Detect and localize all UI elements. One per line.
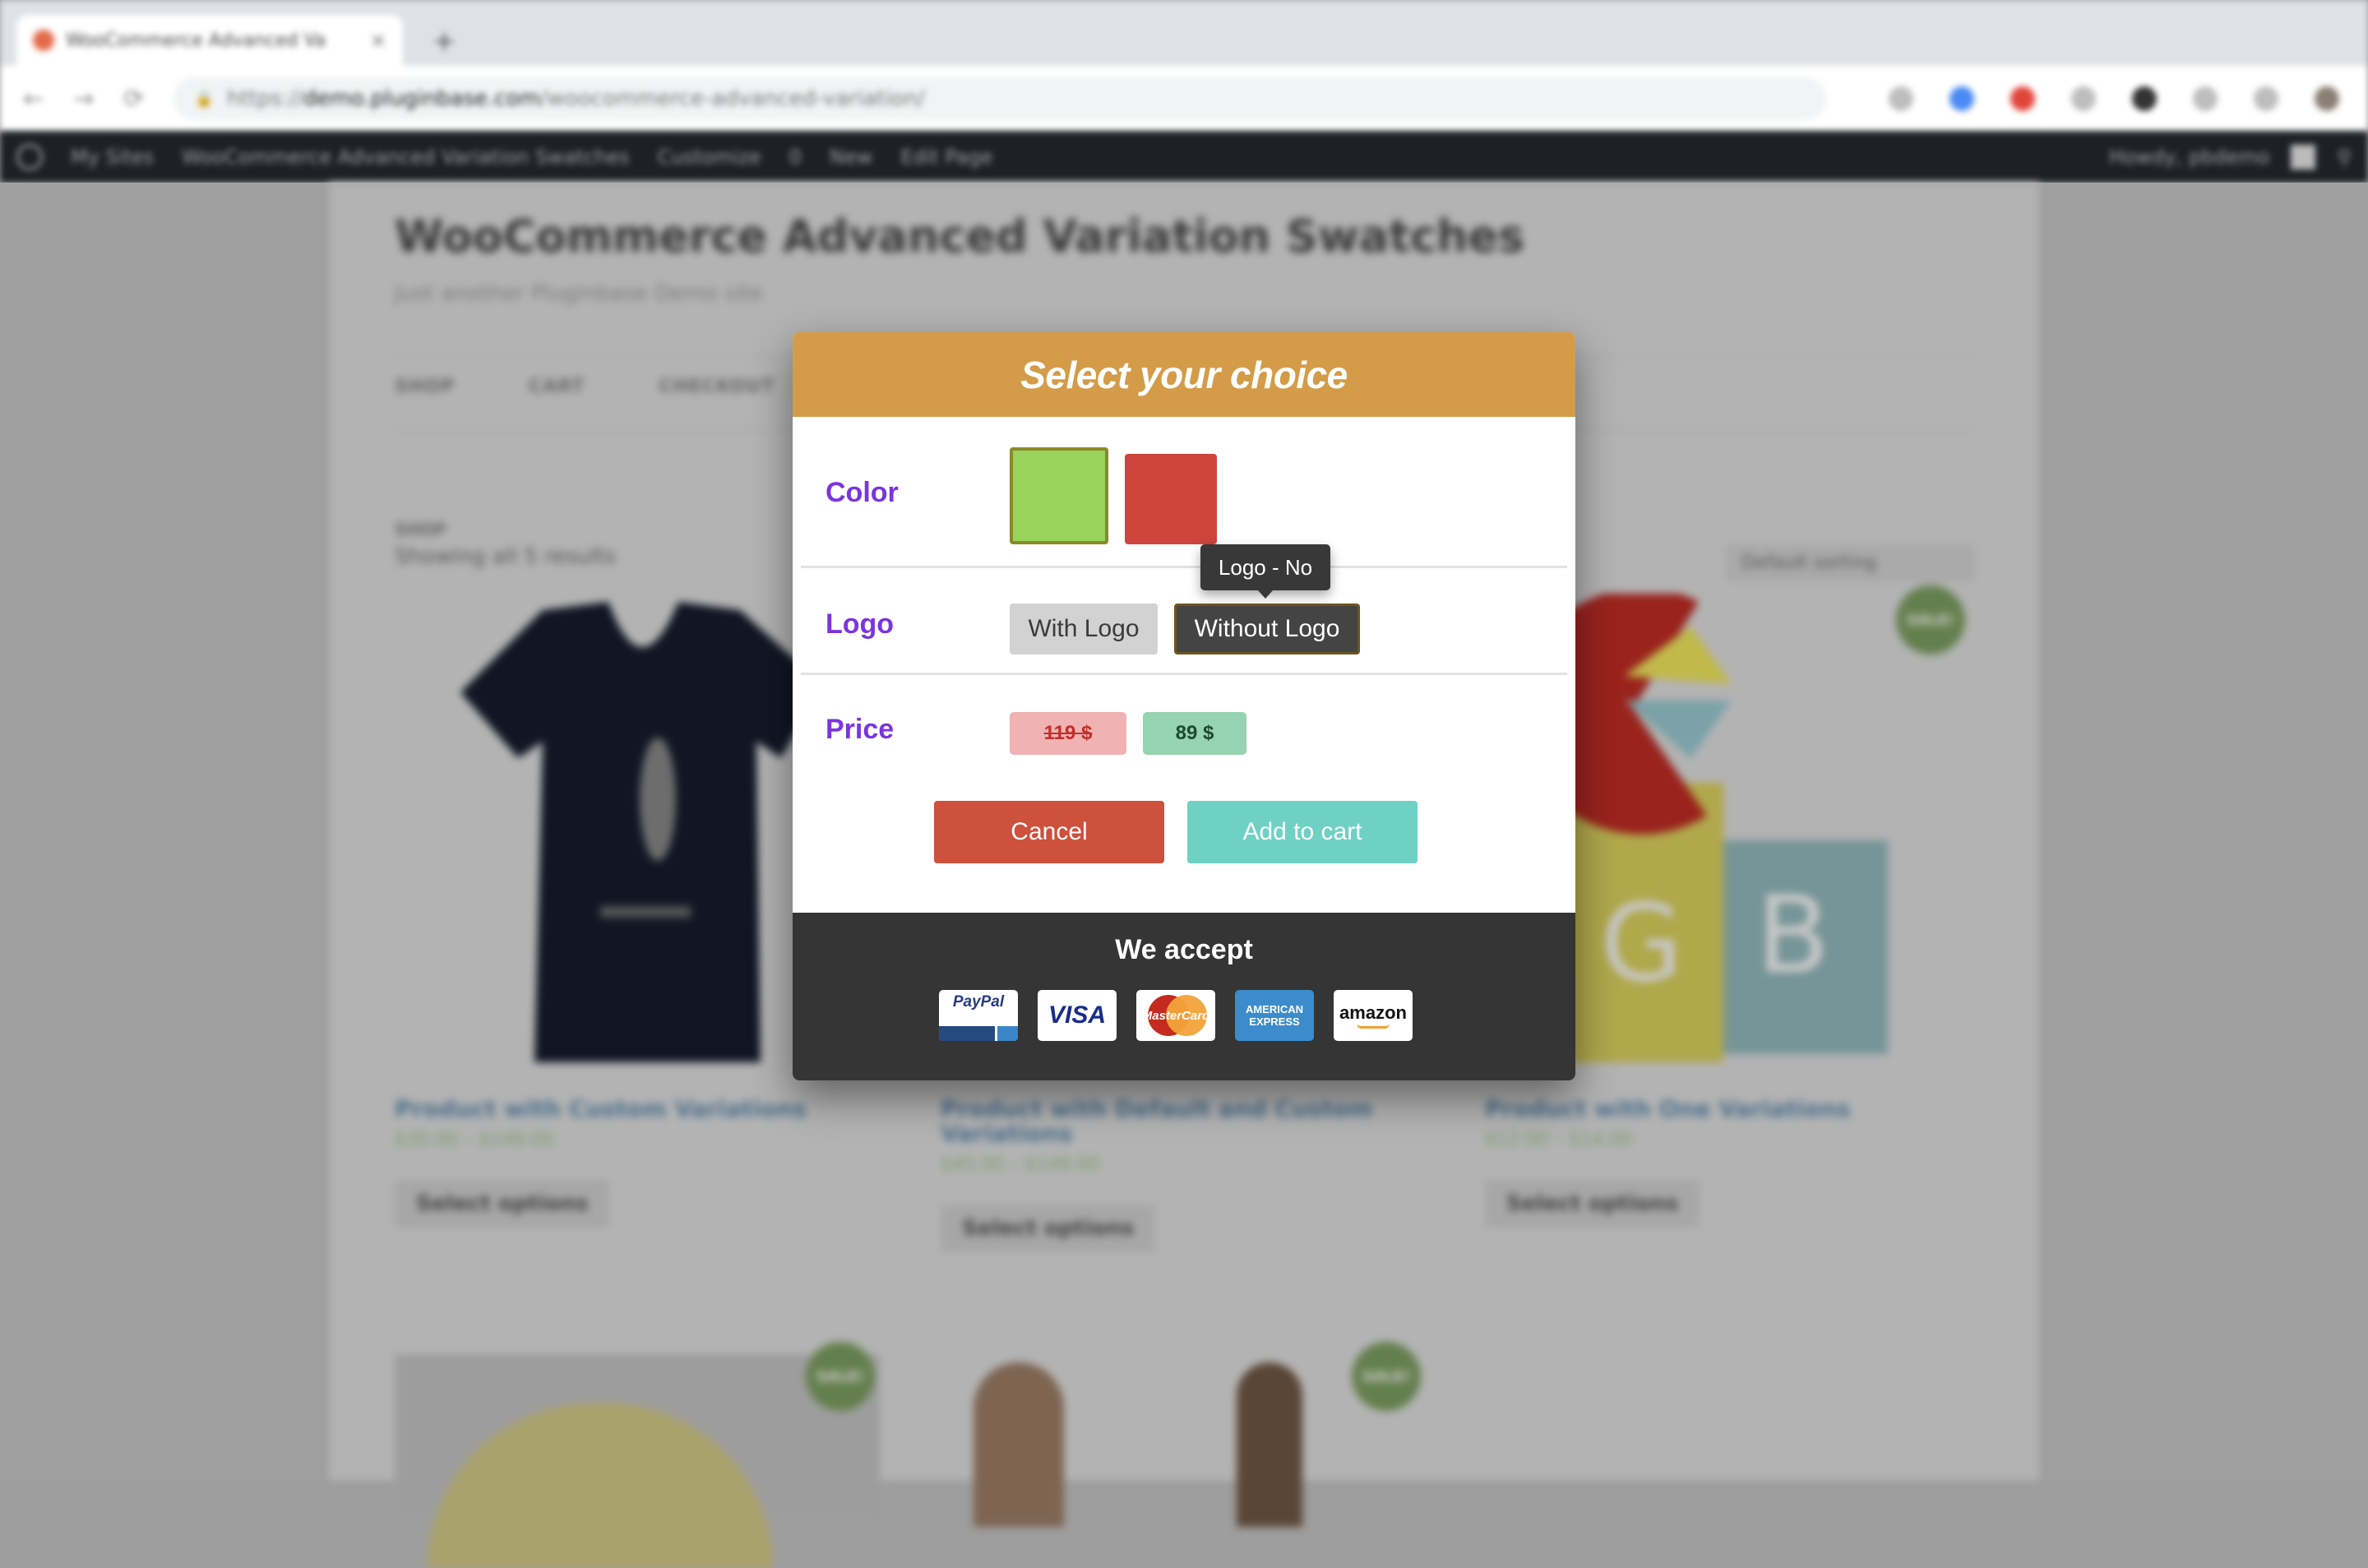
breadcrumb: SHOP [395, 520, 446, 539]
extension-icon[interactable] [2315, 86, 2340, 111]
address-bar[interactable]: 🔒 https://demo.pluginbase.com/woocommerc… [173, 77, 1827, 120]
admin-bar-comments[interactable]: 0 [789, 146, 802, 169]
site-nav: SHOP CART CHECKOUT [395, 377, 775, 397]
browser-toolbar: ← → ⟳ 🔒 https://demo.pluginbase.com/wooc… [0, 66, 2368, 132]
sorting-select[interactable]: Default sorting [1727, 546, 1973, 580]
select-options-button[interactable]: Select options [1485, 1180, 1700, 1228]
modal-footer: We accept PayPal VISA MasterCard AMERICA… [793, 913, 1575, 1080]
extension-icon[interactable] [2010, 86, 2036, 111]
cancel-button[interactable]: Cancel [934, 801, 1164, 863]
row-divider [801, 673, 1567, 675]
modal-header: Select your choice [793, 332, 1575, 417]
variation-modal: Select your choice Color Logo With Logo … [793, 332, 1575, 1080]
new-price-badge: 89 $ [1143, 712, 1246, 755]
extension-icon[interactable] [1949, 86, 1975, 111]
extension-icon[interactable] [2254, 86, 2279, 111]
shirt-shape [428, 1404, 773, 1568]
extension-icon[interactable] [2132, 86, 2158, 111]
lock-icon: 🔒 [195, 90, 214, 108]
product-price: $12.00 – $14.00 [1485, 1130, 1632, 1150]
product-price: $30.00 – $149.00 [395, 1130, 553, 1150]
favicon-icon [33, 30, 54, 51]
admin-bar-site-name[interactable]: WooCommerce Advanced Variation Swatches [182, 146, 630, 169]
nav-cart[interactable]: CART [529, 377, 585, 397]
sale-badge: SALE! [1896, 585, 1965, 654]
result-count: Showing all 5 results [395, 544, 617, 569]
model-figure [974, 1362, 1064, 1527]
color-swatch-green[interactable] [1010, 447, 1108, 544]
reload-icon[interactable]: ⟳ [123, 85, 144, 113]
browser-tab[interactable]: WooCommerce Advanced Va × [16, 15, 403, 66]
visa-icon: VISA [1038, 990, 1117, 1041]
site-tagline: Just another Pluginbase Demo site [395, 281, 764, 306]
amazon-icon: amazon [1334, 990, 1413, 1041]
paypal-icon: PayPal [939, 990, 1018, 1041]
tab-title: WooCommerce Advanced Va [66, 30, 326, 51]
we-accept-title: We accept [1115, 934, 1253, 965]
payment-cards: PayPal VISA MasterCard AMERICAN EXPRESS … [939, 990, 1413, 1041]
site-title: WooCommerce Advanced Variation Swatches [395, 210, 1525, 262]
wordpress-logo-icon[interactable] [16, 144, 43, 170]
logo-option-with-logo[interactable]: With Logo [1010, 604, 1158, 654]
wp-admin-bar: My Sites WooCommerce Advanced Variation … [0, 132, 2368, 183]
browser-chrome: WooCommerce Advanced Va × + ← → ⟳ 🔒 http… [0, 0, 2368, 132]
admin-bar-greeting[interactable]: Howdy, pbdemo [2109, 146, 2270, 169]
extensions-area [1889, 86, 2340, 111]
nav-shop[interactable]: SHOP [395, 377, 455, 397]
add-to-cart-button[interactable]: Add to cart [1187, 801, 1418, 863]
svg-text:G: G [1600, 881, 1683, 1006]
new-tab-button[interactable]: + [432, 25, 456, 58]
nav-checkout[interactable]: CHECKOUT [659, 377, 775, 397]
extension-icon[interactable] [2071, 86, 2097, 111]
admin-bar-new[interactable]: New [830, 146, 872, 169]
select-options-button[interactable]: Select options [941, 1205, 1156, 1252]
logo-label: Logo [826, 608, 895, 640]
product-name[interactable]: Product with Custom Variations [395, 1097, 880, 1122]
modal-title: Select your choice [1020, 353, 1348, 396]
tooltip: Logo - No [1200, 544, 1330, 599]
mastercard-icon: MasterCard [1136, 990, 1215, 1041]
color-label: Color [826, 477, 899, 508]
extension-icon[interactable] [2193, 86, 2218, 111]
admin-bar-my-sites[interactable]: My Sites [71, 146, 154, 169]
search-icon[interactable]: ⚲ [2337, 146, 2352, 169]
product-name[interactable]: Product with Default and Custom Variatio… [941, 1097, 1426, 1146]
color-swatch-red[interactable] [1125, 454, 1217, 544]
sale-badge: SALE! [1352, 1342, 1421, 1411]
admin-bar-edit-page[interactable]: Edit Page [900, 146, 992, 169]
logo-option-without-logo[interactable]: Without Logo [1174, 604, 1360, 654]
model-figure [1237, 1362, 1302, 1527]
url-text: https://demo.pluginbase.com/woocommerce-… [226, 86, 925, 111]
sale-badge: SALE! [806, 1342, 875, 1411]
back-icon[interactable]: ← [23, 85, 44, 113]
user-avatar[interactable] [2291, 145, 2316, 169]
amex-icon: AMERICAN EXPRESS [1235, 990, 1314, 1041]
select-options-button[interactable]: Select options [395, 1180, 610, 1228]
old-price-badge: 119 $ [1010, 712, 1126, 755]
tab-close-icon[interactable]: × [370, 29, 386, 52]
price-label: Price [826, 714, 895, 745]
row-divider [801, 566, 1567, 568]
svg-text:B: B [1756, 872, 1829, 997]
forward-icon[interactable]: → [73, 85, 94, 113]
admin-bar-customize[interactable]: Customize [658, 146, 761, 169]
product-name[interactable]: Product with One Variations [1485, 1097, 1970, 1122]
extension-icon[interactable] [1889, 86, 1914, 111]
product-price: $45.00 – $149.00 [941, 1154, 1099, 1175]
